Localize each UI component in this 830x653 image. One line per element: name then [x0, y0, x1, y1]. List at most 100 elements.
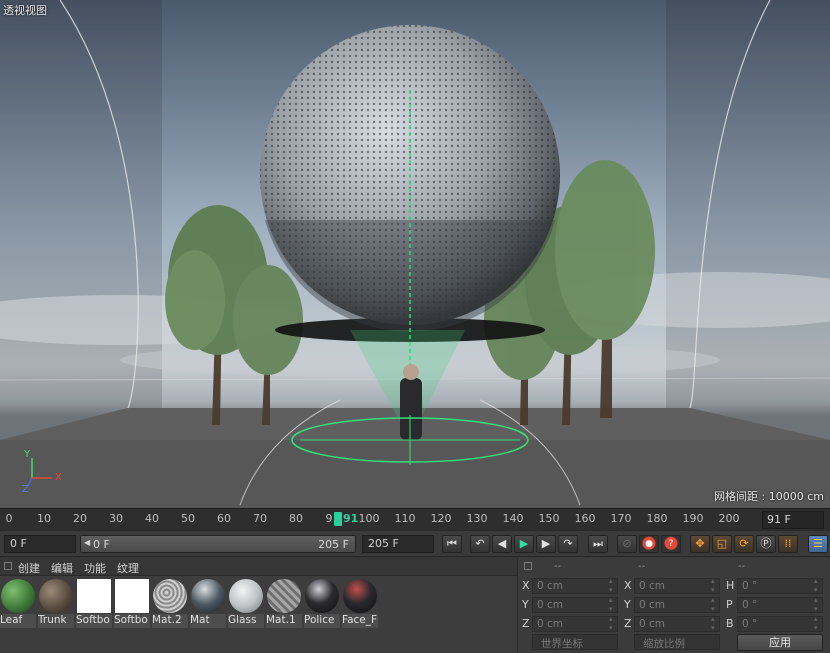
material-item[interactable]: Glass [228, 579, 264, 651]
scene-render [0, 0, 830, 508]
pos-y-field[interactable]: 0 cm [532, 596, 618, 614]
previous-frame-button[interactable]: ◀ [492, 535, 512, 553]
range-left-arrow-icon: ◀ [84, 538, 91, 547]
tick-label: 110 [394, 512, 416, 525]
ruler-track[interactable]: 0 10 20 30 40 50 60 70 80 9 91 100 110 1… [0, 509, 752, 531]
grid-spacing-readout: 网格间距 : 10000 cm [714, 490, 824, 503]
tick-label: 70 [253, 512, 267, 525]
menu-create[interactable]: 创建 [18, 560, 40, 576]
record-active-objects-button[interactable]: ● [639, 535, 659, 553]
tick-label: 120 [430, 512, 452, 525]
rot-p-label: P [726, 598, 733, 611]
menu-texture[interactable]: 纹理 [117, 560, 139, 576]
menu-edit[interactable]: 编辑 [51, 560, 73, 576]
size-x-field[interactable]: 0 cm [634, 577, 720, 595]
rot-h-field[interactable]: 0 ° [737, 577, 823, 595]
rot-b-field[interactable]: 0 ° [737, 615, 823, 633]
material-name: Mat.1 [266, 614, 302, 628]
tick-label: 40 [145, 512, 159, 525]
tick-label: 130 [466, 512, 488, 525]
tick-label: 50 [181, 512, 195, 525]
scale-mode-dropdown[interactable]: 缩放比例 [634, 634, 720, 650]
size-y-field[interactable]: 0 cm [634, 596, 720, 614]
material-name: Glass [228, 614, 264, 628]
rot-h-label: H [726, 579, 735, 592]
size-header: -- [638, 561, 646, 572]
material-menu-bar: 创建 编辑 功能 纹理 [0, 557, 517, 576]
axis-x-label: X [55, 472, 62, 483]
tick-label: 140 [502, 512, 524, 525]
material-name: Mat.2 [152, 614, 188, 628]
pos-z-label: Z [522, 617, 530, 630]
material-item[interactable]: Softbo [76, 579, 112, 651]
material-preview [39, 579, 73, 613]
tick-label: 0 [5, 512, 13, 525]
preview-range-slider[interactable]: ◀ 0 F 205 F [80, 535, 356, 553]
material-item[interactable]: Mat.1 [266, 579, 302, 651]
tick-label: 9 [325, 512, 333, 525]
playhead[interactable] [334, 512, 342, 526]
pos-x-label: X [522, 579, 530, 592]
rot-p-field[interactable]: 0 ° [737, 596, 823, 614]
perspective-viewport[interactable]: 透视视图 网格间距 : 10000 cm Y X Z [0, 0, 830, 508]
material-item[interactable]: Police [304, 579, 340, 651]
autokeying-button[interactable]: ? [661, 535, 681, 553]
next-key-button[interactable]: ↷ [558, 535, 578, 553]
start-frame-field[interactable]: 0 F [4, 535, 76, 553]
material-item[interactable]: Softbo [114, 579, 150, 651]
range-end-label: 205 F [318, 538, 349, 551]
playhead-frame-label: 91 [343, 512, 359, 525]
end-frame-field[interactable]: 205 F [362, 535, 434, 553]
material-preview [229, 579, 263, 613]
record-position-button[interactable]: ✥ [690, 535, 710, 553]
range-start-label: 0 F [93, 538, 110, 551]
size-z-label: Z [624, 617, 632, 630]
size-z-field[interactable]: 0 cm [634, 615, 720, 633]
timeline-ruler[interactable]: 0 10 20 30 40 50 60 70 80 9 91 100 110 1… [0, 508, 830, 530]
material-item[interactable]: Mat [190, 579, 226, 651]
tick-label: 190 [682, 512, 704, 525]
world-coordinates-dropdown[interactable]: 世界坐标 [532, 634, 618, 650]
material-item[interactable]: Mat.2 [152, 579, 188, 651]
pos-z-field[interactable]: 0 cm [532, 615, 618, 633]
panel-grip-icon[interactable] [4, 562, 12, 570]
axis-y-label: Y [24, 449, 31, 460]
record-scale-button[interactable]: ◱ [712, 535, 732, 553]
go-to-start-button[interactable]: ⏮ [442, 535, 462, 553]
material-name: Face_F [342, 614, 378, 628]
panel-grip-icon[interactable] [524, 562, 532, 570]
tick-label: 30 [109, 512, 123, 525]
material-item[interactable]: Leaf [0, 579, 36, 651]
apply-button[interactable]: 应用 [737, 634, 823, 651]
current-frame-field[interactable]: 91 F [762, 511, 824, 529]
coordinates-manager: -- -- -- X 0 cm Y 0 cm Z 0 cm X 0 cm Y 0… [517, 556, 830, 653]
material-preview [115, 579, 149, 613]
menu-function[interactable]: 功能 [84, 560, 106, 576]
tick-label: 20 [73, 512, 87, 525]
keyframe-selection-button[interactable]: ⊘ [617, 535, 637, 553]
material-item[interactable]: Trunk [38, 579, 74, 651]
size-x-label: X [624, 579, 632, 592]
size-y-label: Y [624, 598, 631, 611]
tick-label: 150 [538, 512, 560, 525]
material-preview [305, 579, 339, 613]
record-point-level-button[interactable]: ⁞⁞ [778, 535, 798, 553]
rotation-header: -- [738, 561, 746, 572]
next-frame-button[interactable]: ▶ [536, 535, 556, 553]
transport-bar: 0 F ◀ 0 F 205 F 205 F ⏮ ↶ ◀ ▶ ▶ ↷ ⏭ ⊘ ● … [0, 530, 830, 556]
previous-key-button[interactable]: ↶ [470, 535, 490, 553]
material-preview [267, 579, 301, 613]
tick-label: 200 [718, 512, 740, 525]
record-parameter-button[interactable]: Ⓟ [756, 535, 776, 553]
material-preview [343, 579, 377, 613]
pos-x-field[interactable]: 0 cm [532, 577, 618, 595]
tick-label: 100 [358, 512, 380, 525]
position-header: -- [554, 561, 562, 572]
go-to-end-button[interactable]: ⏭ [588, 535, 608, 553]
scheme-menu-button[interactable]: ☰ [808, 535, 828, 553]
material-item[interactable]: Face_F [342, 579, 378, 651]
viewport-title[interactable]: 透视视图 [3, 2, 47, 18]
record-rotation-button[interactable]: ⟳ [734, 535, 754, 553]
play-forward-button[interactable]: ▶ [514, 535, 534, 553]
tick-label: 160 [574, 512, 596, 525]
